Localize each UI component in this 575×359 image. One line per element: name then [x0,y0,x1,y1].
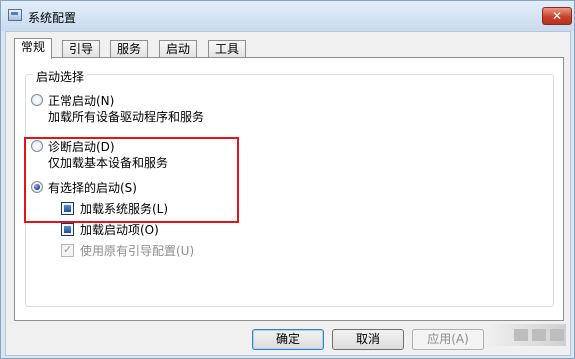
load-startup-items-checkbox[interactable] [61,223,74,236]
tab-startup[interactable]: 启动 [159,40,198,58]
use-original-boot-config-checkbox: ✓ [61,243,74,257]
tab-services[interactable]: 服务 [110,40,149,58]
tab-general[interactable]: 常规 [14,38,53,59]
normal-startup-label[interactable]: 正常启动(N) [48,92,114,109]
checkmark-icon: ✓ [63,243,73,256]
system-config-app-icon [8,9,22,21]
selective-startup-highlight [24,137,239,223]
cancel-button[interactable]: 取消 [332,329,404,350]
normal-startup-radio[interactable] [31,94,43,106]
close-button[interactable]: ✕ [542,7,572,25]
apply-button: 应用(A) [412,329,484,350]
ok-button[interactable]: 确定 [252,329,324,350]
system-config-window: 系统配置 ✕ 常规 引导 服务 启动 工具 启动选择 正常启动(N) 加载所有设… [0,0,575,359]
watermark-logo [486,324,566,346]
window-title: 系统配置 [28,11,77,25]
tab-tools[interactable]: 工具 [208,40,247,58]
use-original-boot-config-label: 使用原有引导配置(U) [80,244,195,258]
startup-selection-label: 启动选择 [33,68,88,85]
load-startup-items-label[interactable]: 加载启动项(O) [80,221,159,238]
title-bar[interactable]: 系统配置 ✕ [1,1,574,31]
close-icon: ✕ [551,9,563,23]
normal-startup-description: 加载所有设备驱动程序和服务 [48,110,205,124]
tab-boot[interactable]: 引导 [62,40,101,58]
